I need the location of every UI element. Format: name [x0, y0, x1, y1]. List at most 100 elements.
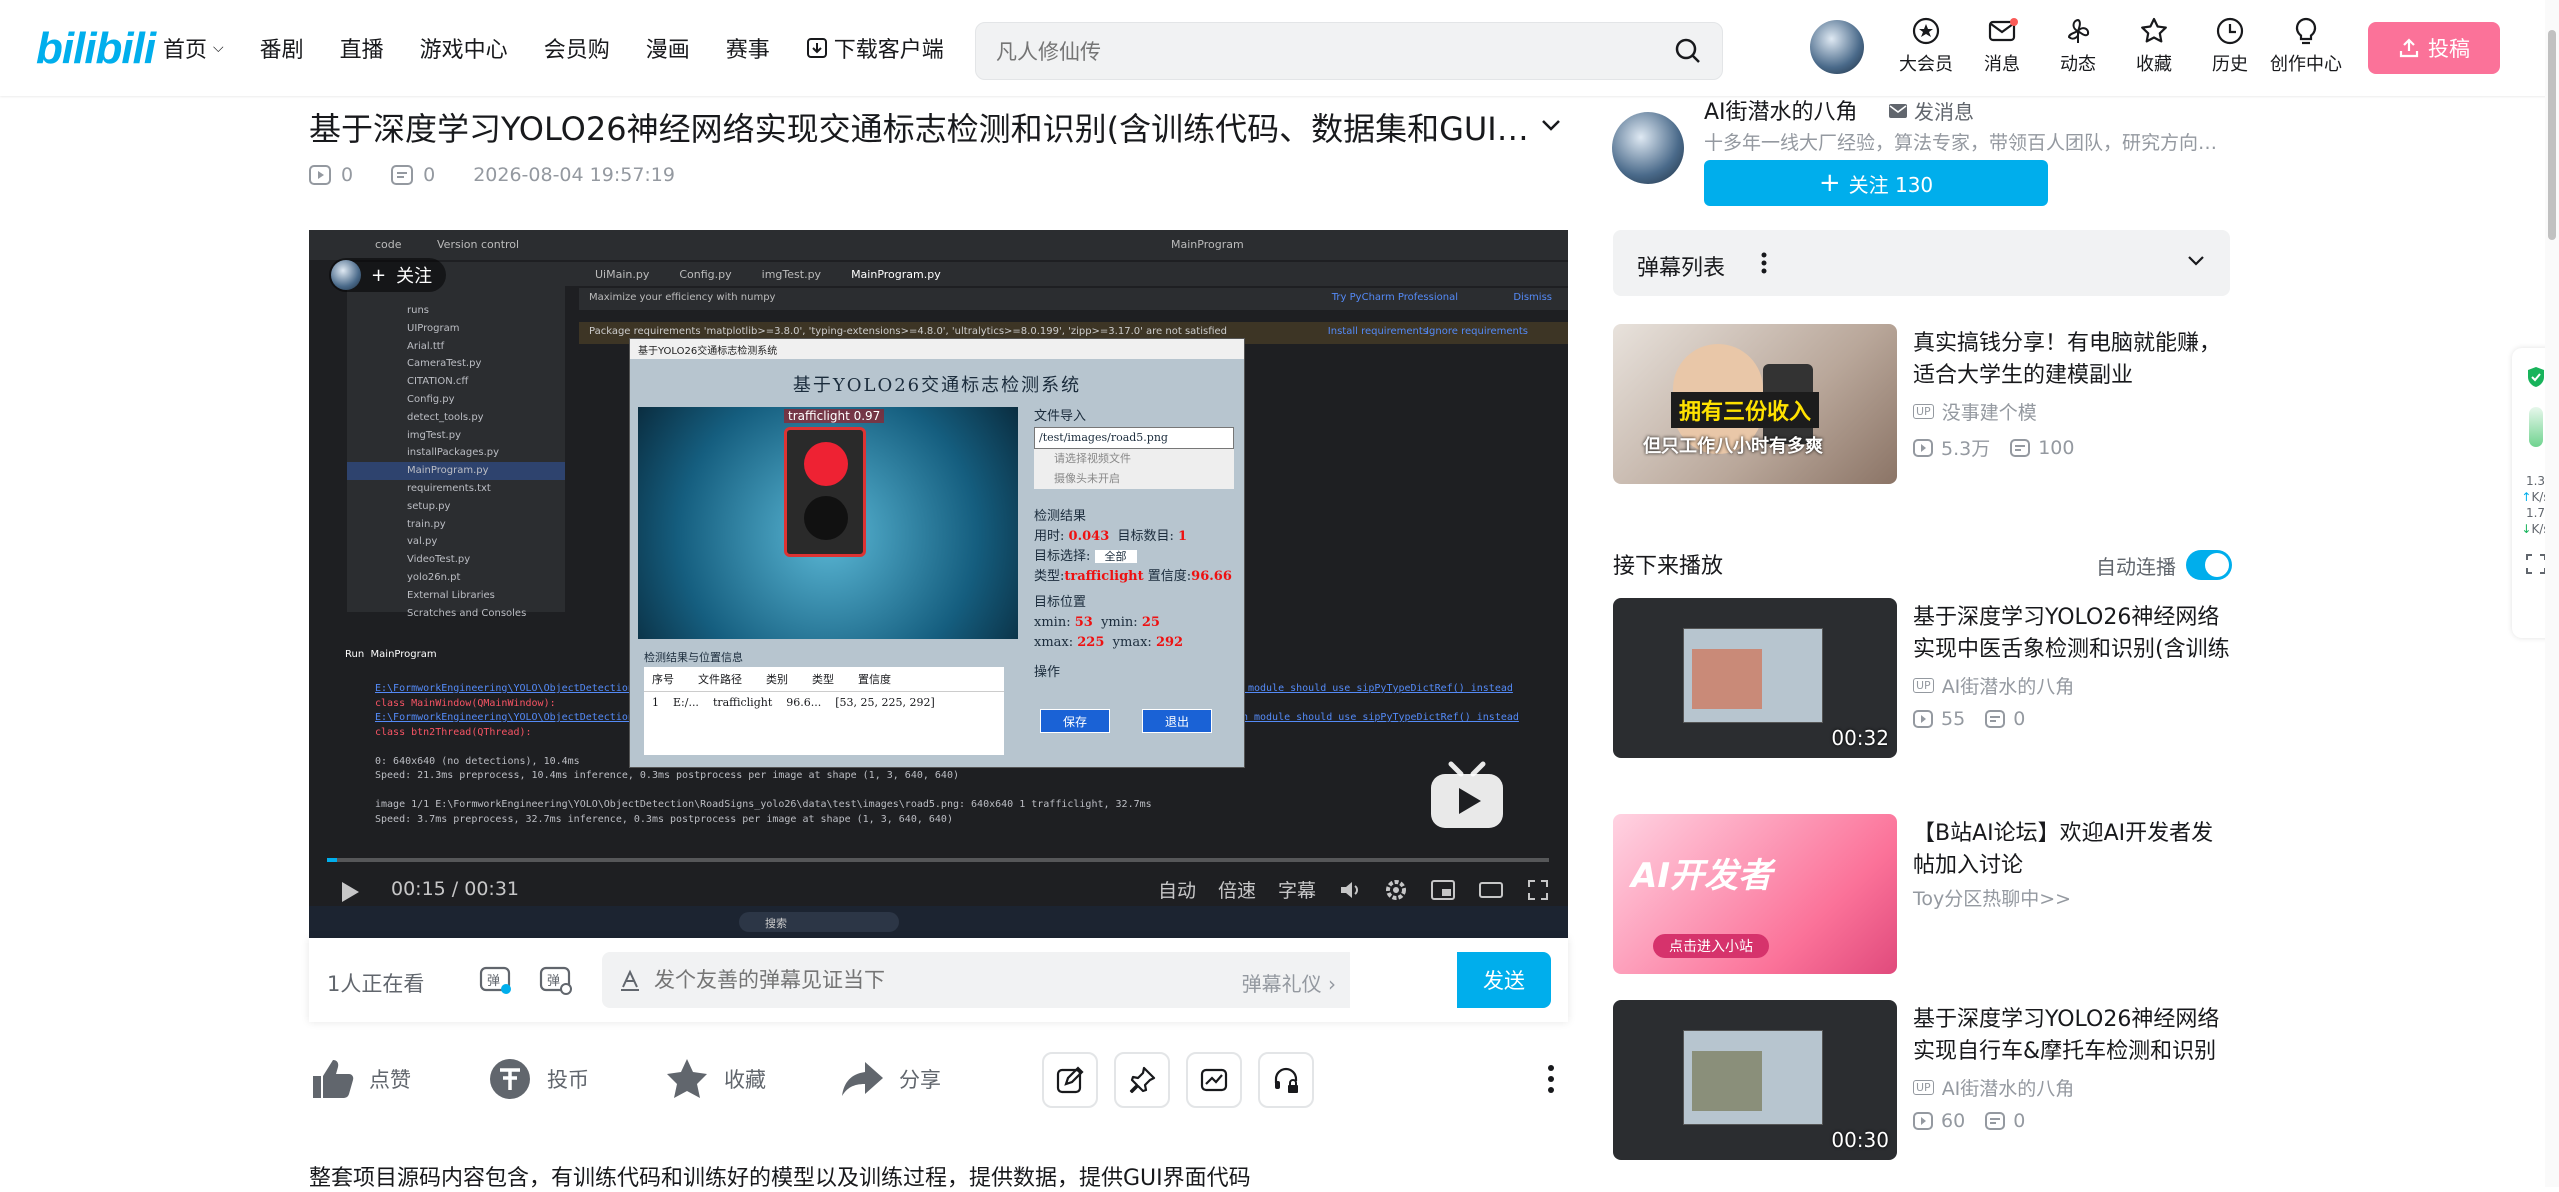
danmaku-list-label: 弹幕列表	[1637, 256, 1726, 281]
settings-icon[interactable]	[1384, 878, 1408, 902]
bilibili-logo[interactable]: bilibili	[36, 24, 156, 74]
header-right: 大会员 消息 动态 收藏 历史 创作中心	[1810, 16, 2344, 76]
send-message-link[interactable]: 发消息	[1888, 96, 1974, 125]
nav-anime[interactable]: 番剧	[260, 32, 304, 64]
windows-taskbar: 搜索	[309, 906, 1568, 938]
search-input[interactable]	[996, 37, 1636, 67]
more-vertical-icon[interactable]	[1761, 252, 1767, 274]
nav-home[interactable]: 首页 ⌵	[163, 32, 224, 64]
favorite-button[interactable]: 收藏	[664, 1056, 766, 1102]
more-vertical-icon[interactable]	[1547, 1064, 1555, 1094]
recommend-card[interactable]: 拥有三份收入 但只工作八小时有多爽 真实搞钱分享！有电脑就能赚，适合大学生的建模…	[1613, 324, 2230, 484]
danmaku-list-panel[interactable]: 弹幕列表	[1613, 230, 2230, 296]
video-meta: 0 0 2026-08-04 19:57:19	[309, 164, 675, 186]
recommend-card[interactable]: 00:30 基于深度学习YOLO26神经网络实现自行车&摩托车检测和识别 UP A…	[1613, 1000, 2230, 1160]
chevron-down-icon: ⌵	[213, 40, 224, 56]
play-count: 0	[341, 164, 354, 186]
app-window-shape	[1683, 628, 1823, 723]
recommend-title[interactable]: 基于深度学习YOLO26神经网络实现中医舌象检测和识别(含训练代码和数据集)	[1913, 602, 2230, 666]
svg-text:弹: 弹	[547, 974, 560, 989]
stats-button[interactable]	[1186, 1052, 1242, 1108]
danmaku-settings-icon[interactable]: 弹	[539, 964, 573, 996]
upload-button[interactable]: 投稿	[2368, 22, 2500, 74]
danmaku-etiquette-link[interactable]: 弹幕礼仪 ›	[1242, 968, 1336, 997]
recommend-author[interactable]: UP 没事建个模	[1913, 398, 2037, 425]
next-play-label: 接下来播放	[1613, 554, 1724, 579]
thumbnail[interactable]: 拥有三份收入 但只工作八小时有多爽	[1613, 324, 1897, 484]
main-nav: 首页 ⌵ 番剧 直播 游戏中心 会员购 漫画 赛事 下载客户端	[163, 32, 980, 64]
svg-text:弹: 弹	[487, 974, 500, 989]
autoplay-toggle[interactable]	[2186, 550, 2232, 580]
chevron-down-icon[interactable]	[1540, 118, 1562, 132]
search-icon[interactable]	[1674, 37, 1702, 65]
recommend-title[interactable]: 【B站AI论坛】欢迎AI开发者发帖加入讨论	[1913, 818, 2230, 882]
recommend-author[interactable]: UP AI街潜水的八角	[1913, 672, 2074, 699]
note-button[interactable]	[1042, 1052, 1098, 1108]
danmaku-toggle-icon[interactable]: 弹	[479, 964, 513, 996]
coin-button[interactable]: 投币	[487, 1056, 589, 1102]
recommend-card[interactable]: AI开发者 点击进入小站 【B站AI论坛】欢迎AI开发者发帖加入讨论 Toy分区…	[1613, 814, 2230, 974]
font-style-icon[interactable]	[618, 969, 642, 993]
up-name[interactable]: AI街潜水的八角	[1704, 94, 1858, 126]
creator-center-entry[interactable]: 创作中心	[2268, 16, 2344, 76]
report-button[interactable]	[1258, 1052, 1314, 1108]
chevron-down-icon[interactable]	[2186, 254, 2206, 268]
screenshot-icon[interactable]	[2525, 553, 2547, 575]
nav-live[interactable]: 直播	[340, 32, 384, 64]
volume-icon[interactable]	[1338, 878, 1362, 902]
pip-icon[interactable]	[1430, 879, 1456, 901]
detection-image: trafficlight 0.97	[638, 407, 1018, 639]
thumbnail[interactable]: 00:32	[1613, 598, 1897, 758]
subtitle-button[interactable]: 字幕	[1278, 876, 1316, 903]
top-header: bilibili 首页 ⌵ 番剧 直播 游戏中心 会员购 漫画 赛事 下载客户端 …	[0, 0, 2559, 96]
nav-download-client[interactable]: 下载客户端	[806, 32, 944, 64]
thumbs-up-icon	[313, 1060, 354, 1098]
app-save-button: 保存	[1040, 709, 1110, 733]
bilibili-tv-play-icon[interactable]	[1427, 760, 1507, 830]
recommend-card[interactable]: 00:32 基于深度学习YOLO26神经网络实现中医舌象检测和识别(含训练代码和…	[1613, 598, 2230, 758]
recommend-stats: 60 0	[1913, 1110, 2025, 1132]
widescreen-icon[interactable]	[1478, 879, 1504, 901]
nav-game-center[interactable]: 游戏中心	[420, 32, 508, 64]
follow-overlay-button[interactable]: + 关注	[329, 258, 447, 292]
unread-dot	[2010, 18, 2018, 26]
dynamic-entry[interactable]: 动态	[2040, 16, 2116, 76]
like-button[interactable]: 点赞	[309, 1056, 411, 1102]
nav-mall[interactable]: 会员购	[544, 32, 610, 64]
quality-button[interactable]: 自动	[1158, 876, 1196, 903]
thumbnail[interactable]: 00:30	[1613, 1000, 1897, 1160]
history-entry[interactable]: 历史	[2192, 16, 2268, 76]
favorites-entry[interactable]: 收藏	[2116, 16, 2192, 76]
avatar	[331, 260, 361, 290]
video-progress-bar[interactable]	[327, 858, 1549, 862]
app-info-panel: 文件导入 /test/images/road5.png 请选择视频文件 摄像头未…	[1034, 407, 1234, 683]
console-line: Speed: 3.7ms preprocess, 32.7ms inferenc…	[375, 813, 953, 825]
fullscreen-icon[interactable]	[1526, 878, 1550, 902]
app-exit-button: 退出	[1142, 709, 1212, 733]
danmaku-input[interactable]	[654, 966, 1154, 994]
recommend-source[interactable]: Toy分区热聊中>>	[1913, 884, 2071, 911]
follow-button[interactable]: + 关注 130	[1704, 160, 2048, 206]
play-icon[interactable]	[339, 880, 361, 904]
pin-button[interactable]	[1114, 1052, 1170, 1108]
user-avatar[interactable]	[1810, 20, 1864, 74]
send-danmaku-button[interactable]: 发送	[1457, 952, 1551, 1008]
nav-manga[interactable]: 漫画	[646, 32, 690, 64]
scrollbar-thumb[interactable]	[2548, 30, 2556, 240]
shield-check-icon	[2527, 367, 2544, 387]
video-player[interactable]: code Version control MainProgram UiMain.…	[309, 230, 1568, 938]
recommend-author[interactable]: UP AI街潜水的八角	[1913, 1074, 2074, 1101]
recommend-title[interactable]: 基于深度学习YOLO26神经网络实现自行车&摩托车检测和识别	[1913, 1004, 2230, 1068]
vip-entry[interactable]: 大会员	[1888, 16, 1964, 76]
message-entry[interactable]: 消息	[1964, 16, 2040, 76]
share-icon	[842, 1062, 883, 1096]
nav-esports[interactable]: 赛事	[726, 32, 770, 64]
headset-lock-icon	[1274, 1067, 1298, 1093]
total-time: 00:31	[464, 878, 520, 900]
share-button[interactable]: 分享	[839, 1056, 941, 1102]
page-scrollbar[interactable]	[2545, 0, 2559, 1187]
thumbnail[interactable]: AI开发者 点击进入小站	[1613, 814, 1897, 974]
recommend-title[interactable]: 真实搞钱分享！有电脑就能赚，适合大学生的建模副业	[1913, 328, 2230, 392]
up-avatar[interactable]	[1612, 112, 1684, 184]
speed-button[interactable]: 倍速	[1218, 876, 1256, 903]
